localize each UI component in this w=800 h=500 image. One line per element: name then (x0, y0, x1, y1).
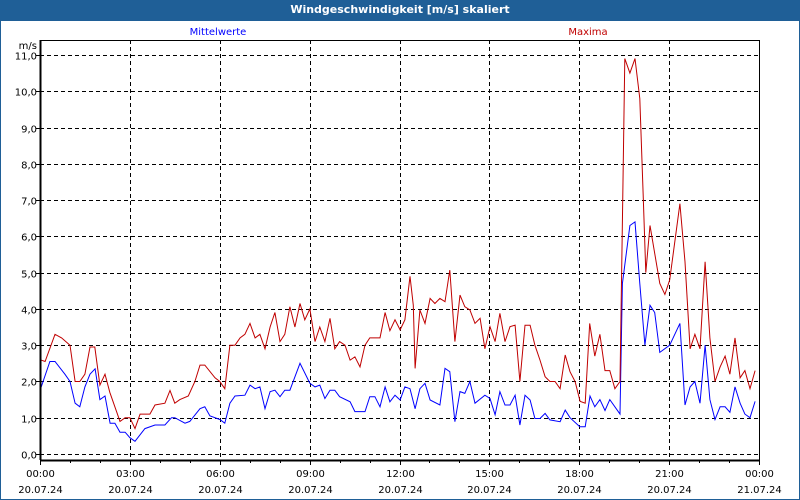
x-tick-date: 20.07.24 (108, 485, 153, 496)
y-tick-label: 6,0 (21, 233, 37, 244)
x-tick-date: 20.07.24 (647, 485, 692, 496)
y-tick-label: 7,0 (21, 197, 37, 208)
x-tick-time: 21:00 (655, 469, 684, 480)
y-tick-label: 11,0 (15, 52, 37, 63)
x-tick-date: 20.07.24 (557, 485, 602, 496)
y-axis-label: m/s (19, 41, 37, 52)
series-line-maxima (39, 58, 756, 430)
y-tick-label: 4,0 (21, 306, 37, 317)
x-tick-time: 03:00 (116, 469, 145, 480)
x-tick-date: 20.07.24 (467, 485, 512, 496)
x-tick-time: 06:00 (206, 469, 235, 480)
y-tick-label: 2,0 (21, 378, 37, 389)
legend-maxima: Maxima (568, 27, 607, 38)
x-tick-time: 12:00 (386, 469, 415, 480)
y-tick-label: 3,0 (21, 342, 37, 353)
y-tick-label: 10,0 (15, 88, 37, 99)
x-tick-time: 09:00 (296, 469, 325, 480)
x-tick-date: 20.07.24 (288, 485, 333, 496)
x-tick-time: 00:00 (745, 469, 774, 480)
x-tick-time: 18:00 (565, 469, 594, 480)
y-tick-label: 9,0 (21, 125, 37, 136)
x-tick-date: 20.07.24 (378, 485, 423, 496)
x-tick-date: 20.07.24 (198, 485, 243, 496)
y-tick-label: 8,0 (21, 161, 37, 172)
legend-mittelwerte: Mittelwerte (190, 27, 247, 38)
y-tick-label: 0,0 (21, 451, 37, 462)
line-chart: Mittelwerte Maxima m/s 0,0 1,0 2,0 3,0 4,0 5,… (15, 27, 782, 496)
y-tick-label: 5,0 (21, 270, 37, 281)
x-tick-date: 21.07.24 (737, 485, 782, 496)
x-tick-time: 00:00 (26, 469, 55, 480)
x-tick-date: 20.07.24 (18, 485, 63, 496)
x-tick-time: 15:00 (475, 469, 504, 480)
y-tick-label: 1,0 (21, 415, 37, 426)
